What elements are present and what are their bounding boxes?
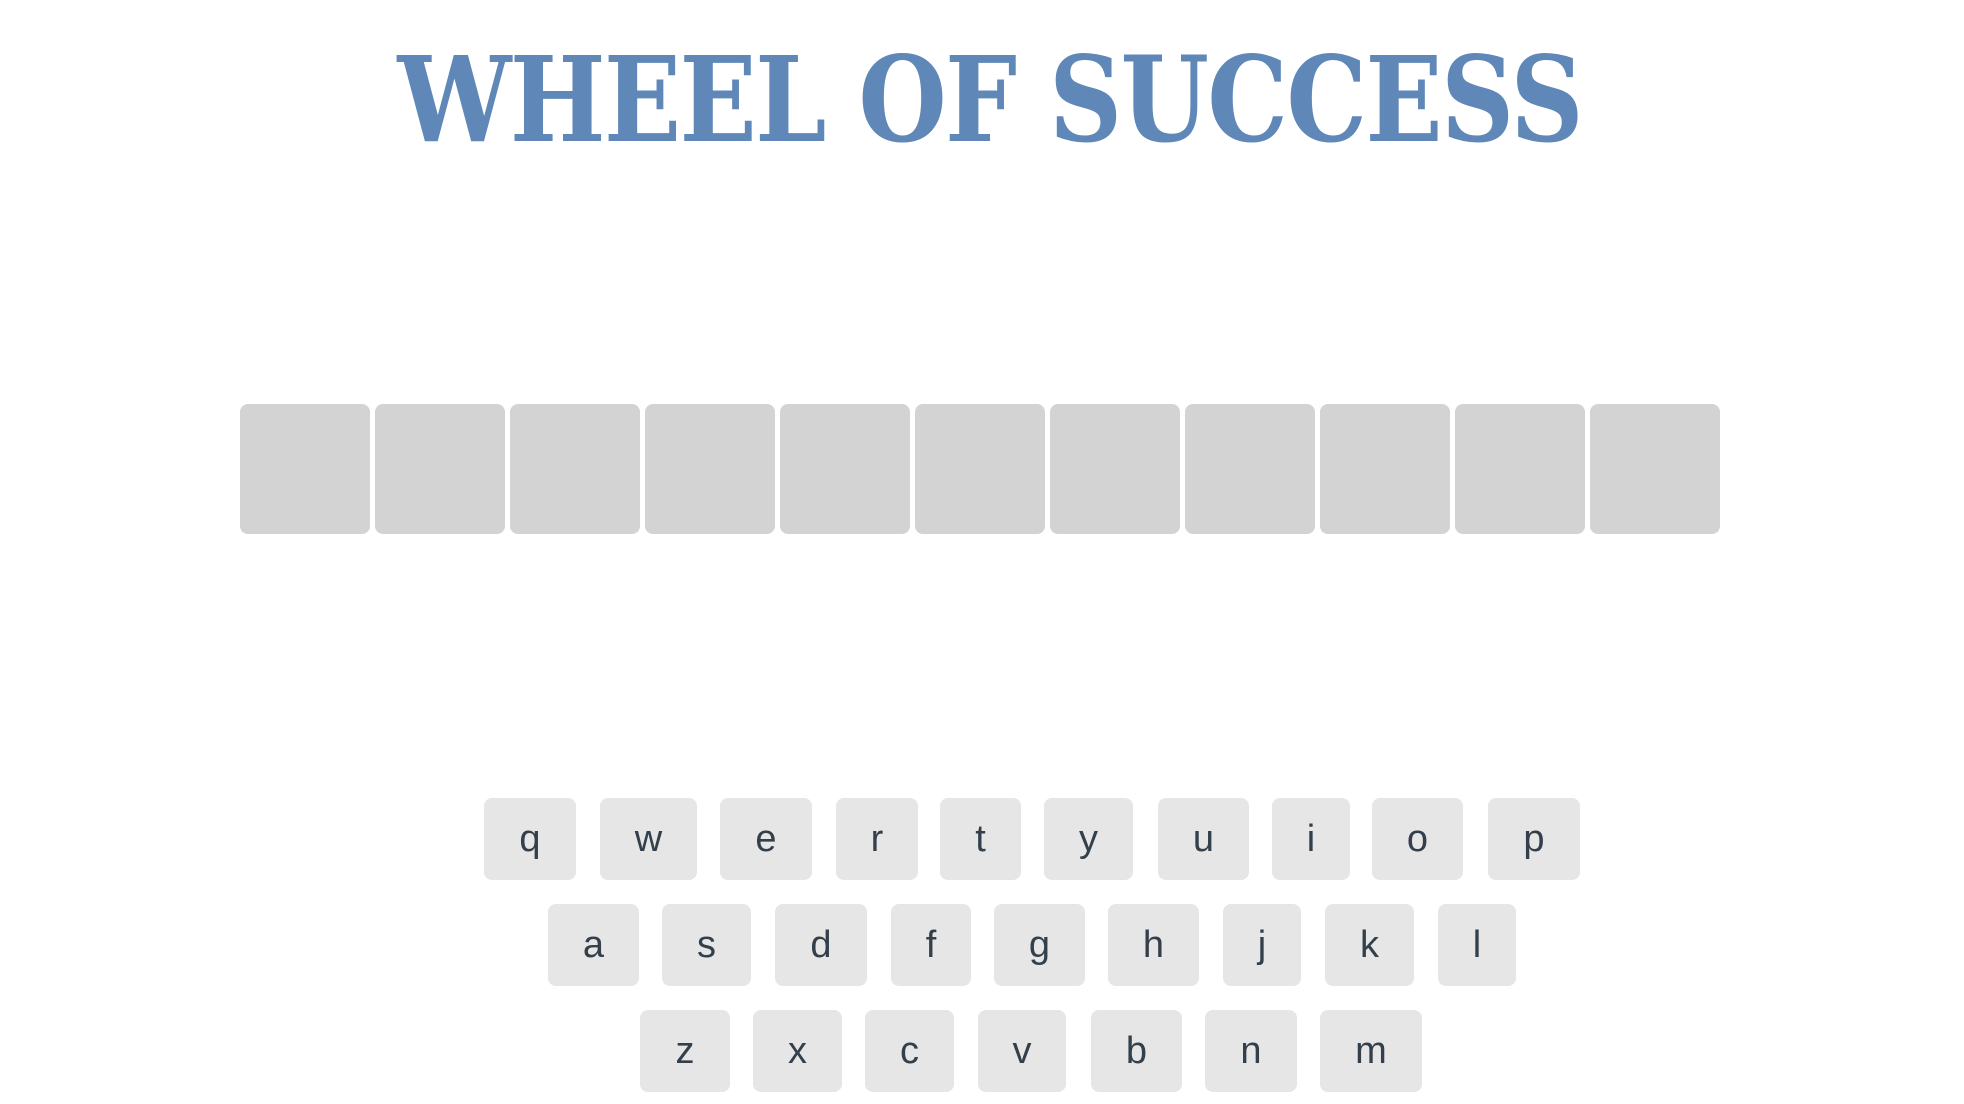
- key-g[interactable]: g: [994, 904, 1085, 986]
- letter-tile: [240, 404, 370, 534]
- key-f[interactable]: f: [891, 904, 971, 986]
- key-q[interactable]: q: [484, 798, 576, 880]
- key-t[interactable]: t: [940, 798, 1021, 880]
- key-o[interactable]: o: [1372, 798, 1463, 880]
- key-v[interactable]: v: [978, 1010, 1066, 1092]
- letter-tile: [1185, 404, 1315, 534]
- letter-board: [240, 404, 1720, 534]
- key-x[interactable]: x: [753, 1010, 842, 1092]
- key-r[interactable]: r: [836, 798, 918, 880]
- key-w[interactable]: w: [600, 798, 697, 880]
- key-b[interactable]: b: [1091, 1010, 1182, 1092]
- letter-tile: [1590, 404, 1720, 534]
- key-e[interactable]: e: [720, 798, 812, 880]
- key-s[interactable]: s: [662, 904, 751, 986]
- key-h[interactable]: h: [1108, 904, 1199, 986]
- letter-tile: [1455, 404, 1585, 534]
- key-a[interactable]: a: [548, 904, 639, 986]
- key-i[interactable]: i: [1272, 798, 1350, 880]
- letter-tile: [510, 404, 640, 534]
- key-n[interactable]: n: [1205, 1010, 1297, 1092]
- key-l[interactable]: l: [1438, 904, 1516, 986]
- key-u[interactable]: u: [1158, 798, 1249, 880]
- letter-tile: [780, 404, 910, 534]
- key-y[interactable]: y: [1044, 798, 1133, 880]
- key-c[interactable]: c: [865, 1010, 954, 1092]
- key-m[interactable]: m: [1320, 1010, 1422, 1092]
- key-d[interactable]: d: [775, 904, 867, 986]
- letter-tile: [645, 404, 775, 534]
- key-k[interactable]: k: [1325, 904, 1414, 986]
- letter-tile: [1320, 404, 1450, 534]
- key-z[interactable]: z: [640, 1010, 730, 1092]
- key-p[interactable]: p: [1488, 798, 1580, 880]
- game-title: WHEEL OF SUCCESS: [397, 30, 1583, 169]
- letter-tile: [915, 404, 1045, 534]
- letter-tile: [1050, 404, 1180, 534]
- letter-tile: [375, 404, 505, 534]
- key-j[interactable]: j: [1223, 904, 1301, 986]
